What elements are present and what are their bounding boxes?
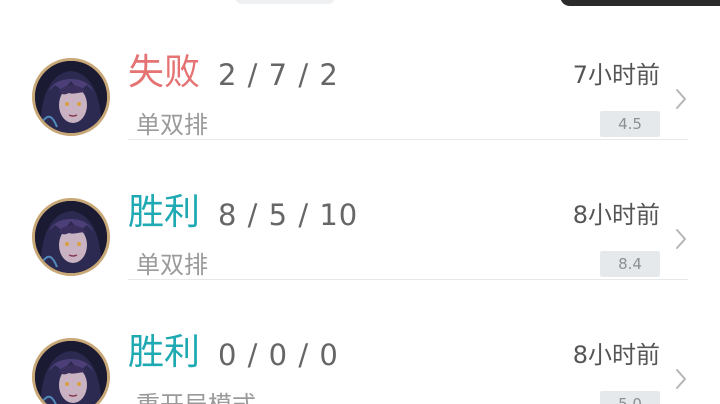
match-row[interactable]: 失败 2 / 7 / 2 单双排 7小时前 4.5 bbox=[0, 0, 720, 140]
chevron-right-icon bbox=[676, 229, 686, 249]
hero-portrait-icon bbox=[35, 341, 107, 404]
chevron-right-icon bbox=[676, 369, 686, 389]
time-ago: 8小时前 bbox=[572, 341, 660, 369]
hero-avatar bbox=[32, 198, 110, 276]
chevron-right-icon bbox=[676, 89, 686, 109]
score-badge: 5.0 bbox=[600, 391, 660, 404]
hero-portrait-icon bbox=[35, 61, 107, 133]
time-ago: 8小时前 bbox=[572, 201, 660, 229]
score-badge: 8.4 bbox=[600, 251, 660, 277]
score-badge: 4.5 bbox=[600, 111, 660, 137]
match-history-screen: 失败 2 / 7 / 2 单双排 7小时前 4.5 胜利 8 / 5 / 10 bbox=[0, 0, 720, 404]
match-result: 胜利 bbox=[128, 192, 201, 233]
hero-portrait-icon bbox=[35, 201, 107, 273]
hero-avatar bbox=[32, 338, 110, 404]
hero-avatar bbox=[32, 58, 110, 136]
match-result: 胜利 bbox=[128, 332, 201, 373]
time-ago: 7小时前 bbox=[572, 61, 660, 89]
game-mode: 单双排 bbox=[136, 111, 208, 139]
match-result: 失败 bbox=[128, 52, 201, 93]
kda-stats: 2 / 7 / 2 bbox=[218, 58, 339, 92]
game-mode: 单双排 bbox=[136, 251, 208, 279]
match-row[interactable]: 胜利 8 / 5 / 10 单双排 8小时前 8.4 bbox=[0, 140, 720, 280]
kda-stats: 8 / 5 / 10 bbox=[218, 198, 359, 232]
game-mode: 重开局模式 bbox=[136, 390, 256, 404]
kda-stats: 0 / 0 / 0 bbox=[218, 338, 339, 372]
match-row[interactable]: 胜利 0 / 0 / 0 重开局模式 8小时前 5.0 bbox=[0, 280, 720, 404]
